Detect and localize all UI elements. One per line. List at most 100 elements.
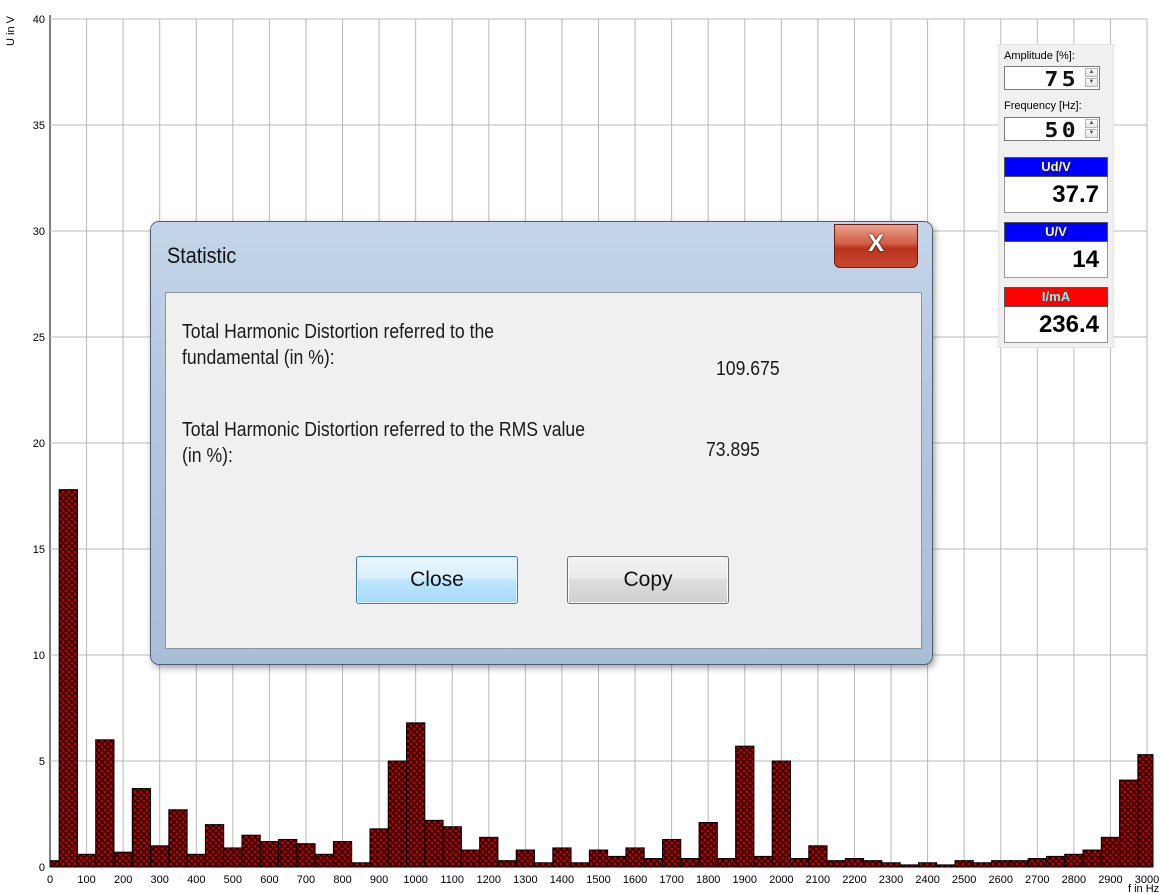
x-tick-label: 1900: [733, 874, 757, 886]
x-tick-label: 2300: [879, 874, 903, 886]
i-value: 236.4: [1004, 307, 1108, 343]
bar: [442, 826, 462, 868]
close-button[interactable]: Close: [356, 556, 518, 604]
bar: [479, 836, 499, 868]
frequency-down-icon[interactable]: ▼: [1085, 129, 1098, 138]
frequency-value: 50: [1044, 118, 1079, 142]
bar: [351, 862, 371, 868]
x-tick-label: 400: [187, 874, 205, 886]
y-tick-label: 15: [33, 544, 45, 556]
bar: [899, 864, 919, 868]
x-tick-label: 2400: [915, 874, 939, 886]
bar: [534, 862, 554, 868]
y-tick-labels: 0 5 10 15 20 25 30 35 40: [33, 14, 45, 874]
amplitude-spinner[interactable]: 75 ▲ ▼: [1004, 66, 1100, 91]
bar: [369, 828, 389, 868]
x-tick-label: 2600: [988, 874, 1012, 886]
bar: [515, 849, 536, 868]
x-tick-label: 1200: [477, 874, 501, 886]
bar: [735, 745, 755, 868]
bar: [1100, 836, 1121, 868]
thd-rms-label-line2: (in %):: [182, 445, 233, 467]
thd-fundamental-value: 109.675: [716, 358, 780, 380]
bar: [991, 860, 1011, 868]
x-tick-label: 1500: [586, 874, 610, 886]
bar: [1137, 754, 1154, 868]
bar: [1064, 853, 1084, 868]
y-tick-label: 5: [39, 756, 45, 768]
x-tick-label: 800: [333, 874, 351, 886]
close-x-icon[interactable]: X: [834, 224, 918, 268]
bar: [1027, 858, 1047, 868]
x-tick-label: 1300: [513, 874, 537, 886]
frequency-spinner[interactable]: 50 ▲ ▼: [1004, 117, 1100, 142]
x-tick-labels: 0 100 200 300 400 500 600 700 800 900 1000 1100 1200…: [47, 874, 1159, 886]
bar: [168, 809, 188, 868]
amplitude-label: Amplitude [%]:: [1004, 50, 1075, 62]
amplitude-down-icon[interactable]: ▼: [1085, 78, 1098, 87]
y-tick-label: 10: [33, 650, 45, 662]
bar: [49, 860, 60, 868]
y-tick-label: 0: [39, 862, 45, 874]
y-tick-label: 25: [33, 332, 45, 344]
x-axis-label: f in Hz: [1128, 883, 1159, 894]
bar: [954, 860, 974, 868]
bar: [552, 847, 572, 868]
bar: [917, 862, 938, 868]
thd-rms-value: 73.895: [706, 439, 760, 461]
bar: [387, 760, 408, 868]
bar: [625, 847, 645, 868]
bar: [186, 853, 206, 868]
frequency-label: Frequency [Hz]:: [1004, 100, 1082, 112]
x-tick-label: 200: [114, 874, 132, 886]
x-tick-label: 900: [370, 874, 388, 886]
bar: [204, 824, 225, 868]
bar: [661, 838, 682, 868]
bar: [497, 860, 517, 868]
u-label: U/V: [1004, 222, 1108, 242]
bar: [1082, 849, 1102, 868]
bar: [131, 788, 152, 868]
bar: [863, 860, 883, 868]
dialog-title: Statistic: [167, 243, 237, 268]
bar: [680, 858, 700, 868]
thd-fundamental-label-line2: fundamental (in %):: [182, 347, 335, 369]
frequency-up-icon[interactable]: ▲: [1085, 119, 1098, 128]
bar: [76, 853, 97, 868]
bar: [406, 722, 426, 868]
x-tick-label: 1600: [623, 874, 647, 886]
bar: [643, 858, 663, 868]
x-tick-label: 500: [224, 874, 242, 886]
bar: [332, 841, 353, 868]
bar: [753, 855, 773, 868]
bar: [826, 860, 846, 868]
bar: [259, 841, 280, 868]
bar: [1045, 855, 1066, 868]
y-tick-label: 35: [33, 120, 45, 132]
bar: [296, 843, 316, 868]
bar: [1009, 860, 1029, 868]
bar: [278, 838, 298, 868]
x-tick-label: 1400: [550, 874, 574, 886]
thd-fundamental-label-line1: Total Harmonic Distortion referred to th…: [182, 321, 495, 343]
bar: [150, 845, 170, 868]
bar: [698, 821, 718, 868]
x-tick-label: 1800: [696, 874, 720, 886]
y-tick-label: 30: [33, 226, 45, 238]
bar: [844, 858, 865, 868]
x-tick-label: 100: [77, 874, 95, 886]
u-value: 14: [1004, 242, 1108, 278]
bar: [241, 834, 261, 868]
statistic-dialog: Statistic X Total Harmonic Distortion re…: [151, 222, 932, 664]
copy-button[interactable]: Copy: [567, 556, 729, 604]
thd-rms-label-line1: Total Harmonic Distortion referred to th…: [182, 419, 586, 441]
amplitude-value: 75: [1044, 67, 1079, 91]
amplitude-up-icon[interactable]: ▲: [1085, 68, 1098, 77]
bar: [1119, 779, 1139, 868]
i-label: I/mA: [1004, 287, 1108, 307]
bar: [570, 862, 590, 868]
bar: [789, 858, 810, 868]
bar: [972, 862, 993, 868]
x-tick-label: 2100: [806, 874, 830, 886]
x-tick-label: 2500: [952, 874, 976, 886]
